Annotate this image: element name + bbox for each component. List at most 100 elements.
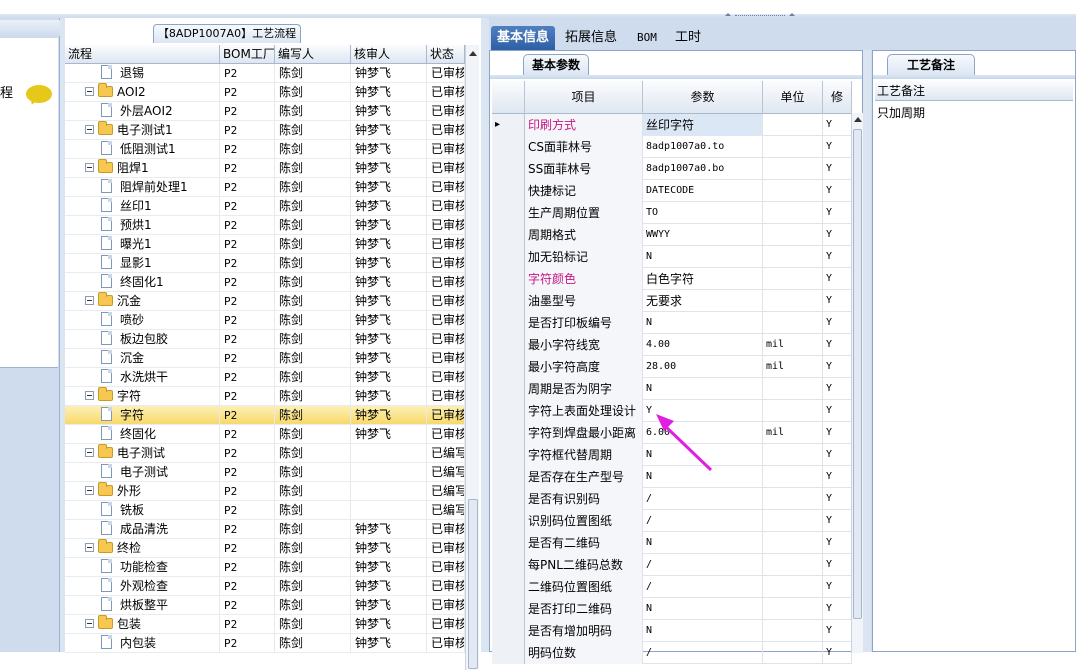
param-row[interactable]: 每PNL二维码总数 / Y — [492, 554, 852, 576]
tree-node-name[interactable]: 烘板整平 — [65, 596, 220, 615]
param-value[interactable]: 丝印字符 — [643, 114, 763, 136]
param-value[interactable]: WWYY — [643, 224, 763, 246]
tree-node-name[interactable]: 电子测试1 — [65, 121, 220, 140]
param-flag[interactable]: Y — [823, 532, 852, 554]
param-row[interactable]: 加无铅标记 N Y — [492, 246, 852, 268]
param-row[interactable]: 是否打印板编号 N Y — [492, 312, 852, 334]
tree-node-name[interactable]: 功能检查 — [65, 558, 220, 577]
tree-row[interactable]: 电子测试1 P2 陈剑 钟梦飞 已审核 — [65, 121, 465, 140]
col-header-unit[interactable]: 单位 — [763, 81, 823, 114]
tree-node-name[interactable]: 显影1 — [65, 254, 220, 273]
param-value[interactable]: / — [643, 642, 763, 664]
param-value[interactable]: N — [643, 466, 763, 488]
tab-bom[interactable]: BOM — [631, 26, 663, 50]
param-row[interactable]: 明码位数 / Y — [492, 642, 852, 664]
col-header-param[interactable]: 参数 — [643, 81, 763, 114]
tree-row[interactable]: 板边包胶 P2 陈剑 钟梦飞 已审核 — [65, 330, 465, 349]
collapse-icon[interactable] — [85, 391, 94, 400]
row-header[interactable] — [492, 312, 525, 334]
splitter-right[interactable] — [863, 50, 871, 652]
tree-scrollbar[interactable] — [465, 45, 479, 670]
tree-row[interactable]: 成品清洗 P2 陈剑 钟梦飞 已审核 — [65, 520, 465, 539]
param-row[interactable]: 是否有二维码 N Y — [492, 532, 852, 554]
process-tree-tab[interactable]: 【8ADP1007A0】工艺流程 — [153, 24, 301, 43]
param-flag[interactable]: Y — [823, 158, 852, 180]
tab-extended-info[interactable]: 拓展信息 — [559, 26, 623, 50]
param-value[interactable]: DATECODE — [643, 180, 763, 202]
tree-node-name[interactable]: 阻焊前处理1 — [65, 178, 220, 197]
param-value[interactable]: 白色字符 — [643, 268, 763, 290]
param-value[interactable]: / — [643, 510, 763, 532]
tree-row[interactable]: 终固化 P2 陈剑 钟梦飞 已审核 — [65, 425, 465, 444]
tree-row[interactable]: 铣板 P2 陈剑 已编写 — [65, 501, 465, 520]
param-value[interactable]: N — [643, 598, 763, 620]
param-row[interactable]: 字符颜色 白色字符 Y — [492, 268, 852, 290]
param-row[interactable]: ▸ 印刷方式 丝印字符 Y — [492, 114, 852, 136]
tab-basic-info[interactable]: 基本信息 — [491, 26, 556, 50]
tree-node-name[interactable]: 喷砂 — [65, 311, 220, 330]
tree-row[interactable]: 电子测试 P2 陈剑 已编写 — [65, 463, 465, 482]
param-flag[interactable]: Y — [823, 246, 852, 268]
tree-node-name[interactable]: 曝光1 — [65, 235, 220, 254]
col-header-bom[interactable]: BOM工厂 — [220, 45, 275, 64]
tree-node-name[interactable]: 水洗烘干 — [65, 368, 220, 387]
scroll-up-icon[interactable] — [854, 117, 862, 122]
row-header[interactable]: ▸ — [492, 114, 525, 136]
param-value[interactable]: N — [643, 620, 763, 642]
row-header[interactable] — [492, 510, 525, 532]
param-value[interactable]: 4.00 — [643, 334, 763, 356]
tree-node-name[interactable]: 终检 — [65, 539, 220, 558]
param-flag[interactable]: Y — [823, 400, 852, 422]
tree-row[interactable]: 内包装 P2 陈剑 钟梦飞 已审核 — [65, 634, 465, 653]
row-header[interactable] — [492, 576, 525, 598]
scroll-up-icon[interactable] — [469, 51, 477, 56]
tree-node-name[interactable]: 电子测试 — [65, 444, 220, 463]
param-value[interactable]: TO — [643, 202, 763, 224]
param-flag[interactable]: Y — [823, 510, 852, 532]
scroll-thumb[interactable] — [853, 129, 862, 619]
param-flag[interactable]: Y — [823, 312, 852, 334]
chat-bubble-icon[interactable] — [26, 85, 52, 103]
tree-row[interactable]: 包装 P2 陈剑 钟梦飞 已审核 — [65, 615, 465, 634]
notes-value[interactable]: 只加周期 — [877, 104, 925, 121]
collapse-icon[interactable] — [85, 543, 94, 552]
param-row[interactable]: 是否有识别码 / Y — [492, 488, 852, 510]
param-row[interactable]: 二维码位置图纸 / Y — [492, 576, 852, 598]
param-flag[interactable]: Y — [823, 334, 852, 356]
row-header[interactable] — [492, 422, 525, 444]
tree-node-name[interactable]: 终固化 — [65, 425, 220, 444]
param-value[interactable]: / — [643, 488, 763, 510]
row-header[interactable] — [492, 598, 525, 620]
tree-node-name[interactable]: 退锡 — [65, 64, 220, 83]
tree-row[interactable]: 终检 P2 陈剑 钟梦飞 已审核 — [65, 539, 465, 558]
param-row[interactable]: 生产周期位置 TO Y — [492, 202, 852, 224]
tree-row[interactable]: 外形 P2 陈剑 已编写 — [65, 482, 465, 501]
tree-node-name[interactable]: 字符 — [65, 406, 220, 425]
tree-row[interactable]: 显影1 P2 陈剑 钟梦飞 已审核 — [65, 254, 465, 273]
param-value[interactable]: 8adp1007a0.to — [643, 136, 763, 158]
param-row[interactable]: 是否有增加明码 N Y — [492, 620, 852, 642]
tab-work-hours[interactable]: 工时 — [669, 26, 707, 50]
tree-node-name[interactable]: 包装 — [65, 615, 220, 634]
row-header[interactable] — [492, 180, 525, 202]
tree-row[interactable]: 字符 P2 陈剑 钟梦飞 已审核 — [65, 387, 465, 406]
params-scrollbar[interactable] — [851, 113, 863, 653]
tree-node-name[interactable]: AOI2 — [65, 83, 220, 102]
collapse-icon[interactable] — [85, 87, 94, 96]
param-value[interactable]: N — [643, 532, 763, 554]
param-flag[interactable]: Y — [823, 576, 852, 598]
tree-row[interactable]: 预烘1 P2 陈剑 钟梦飞 已审核 — [65, 216, 465, 235]
param-flag[interactable]: Y — [823, 378, 852, 400]
param-flag[interactable]: Y — [823, 224, 852, 246]
tree-node-name[interactable]: 电子测试 — [65, 463, 220, 482]
row-header[interactable] — [492, 620, 525, 642]
param-row[interactable]: 是否打印二维码 N Y — [492, 598, 852, 620]
param-value[interactable]: N — [643, 378, 763, 400]
collapse-icon[interactable] — [85, 619, 94, 628]
param-value[interactable]: 无要求 — [643, 290, 763, 312]
row-header[interactable] — [492, 136, 525, 158]
tree-row[interactable]: 沉金 P2 陈剑 钟梦飞 已审核 — [65, 349, 465, 368]
tree-row[interactable]: 电子测试 P2 陈剑 已编写 — [65, 444, 465, 463]
param-flag[interactable]: Y — [823, 598, 852, 620]
param-flag[interactable]: Y — [823, 620, 852, 642]
